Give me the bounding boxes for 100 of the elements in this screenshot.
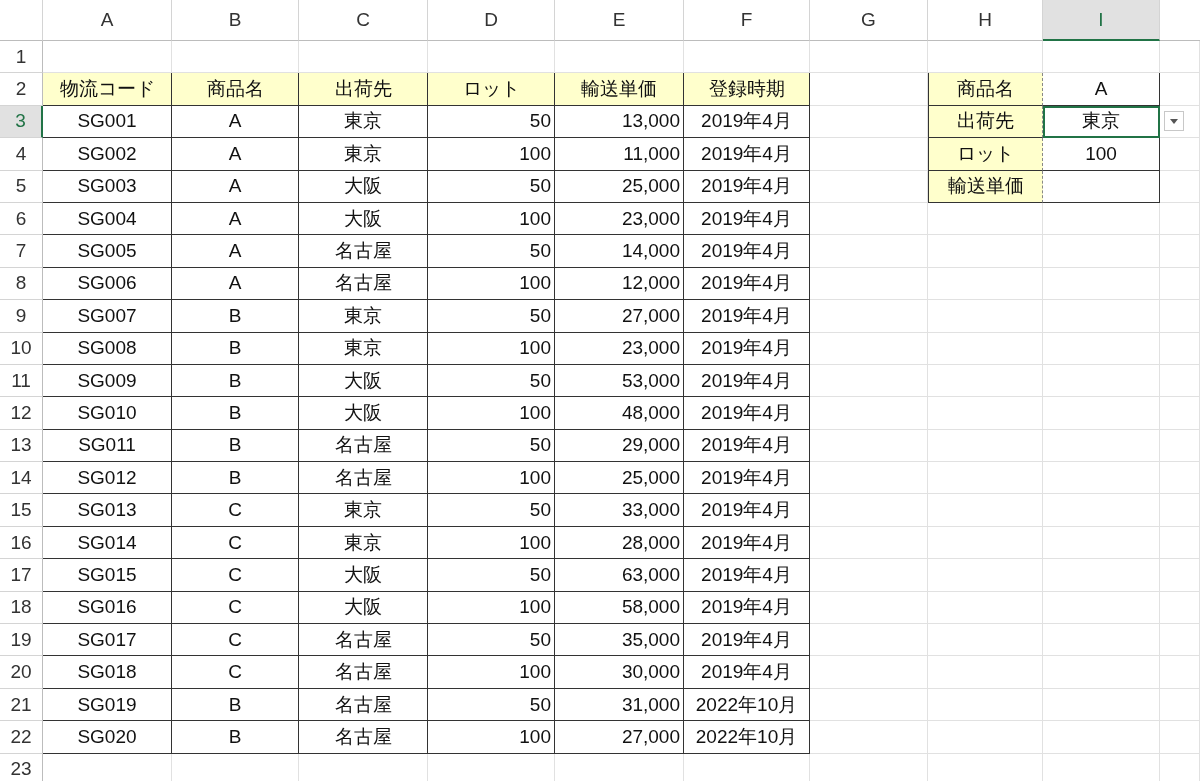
lookup-value[interactable]: 100 <box>1043 138 1160 171</box>
row-header[interactable]: 4 <box>0 138 43 171</box>
empty-cell[interactable] <box>810 267 928 301</box>
empty-cell[interactable] <box>810 462 928 495</box>
empty-cell[interactable] <box>810 494 928 527</box>
empty-cell[interactable] <box>1160 41 1200 74</box>
empty-cell[interactable] <box>928 202 1043 236</box>
empty-cell[interactable] <box>1160 688 1200 722</box>
select-all-button[interactable] <box>0 0 43 41</box>
empty-cell[interactable] <box>1043 332 1160 365</box>
column-header[interactable]: I <box>1043 0 1160 41</box>
empty-cell[interactable] <box>810 559 928 592</box>
empty-cell[interactable] <box>810 41 928 74</box>
row-header[interactable]: 13 <box>0 429 43 463</box>
empty-cell[interactable] <box>1043 656 1160 689</box>
empty-cell[interactable] <box>810 364 928 398</box>
selected-cell[interactable]: 東京 <box>1043 105 1160 139</box>
empty-cell[interactable] <box>1160 429 1200 463</box>
empty-cell[interactable] <box>1043 41 1160 74</box>
empty-cell[interactable] <box>1043 591 1160 625</box>
empty-cell[interactable] <box>1043 397 1160 430</box>
empty-cell[interactable] <box>928 721 1043 754</box>
empty-cell[interactable] <box>928 397 1043 430</box>
empty-cell[interactable] <box>1043 202 1160 236</box>
empty-cell[interactable] <box>928 624 1043 657</box>
empty-cell[interactable] <box>1043 688 1160 722</box>
empty-cell[interactable] <box>810 332 928 365</box>
row-header[interactable]: 21 <box>0 688 43 722</box>
row-header[interactable]: 10 <box>0 332 43 365</box>
empty-cell[interactable] <box>810 688 928 722</box>
row-header[interactable]: 17 <box>0 559 43 592</box>
empty-cell[interactable] <box>1043 721 1160 754</box>
empty-cell[interactable] <box>1043 624 1160 657</box>
empty-cell[interactable] <box>928 300 1043 333</box>
row-header[interactable]: 8 <box>0 267 43 301</box>
row-header[interactable]: 20 <box>0 656 43 689</box>
empty-cell[interactable] <box>1043 559 1160 592</box>
row-header[interactable]: 12 <box>0 397 43 430</box>
empty-cell[interactable] <box>1160 721 1200 754</box>
empty-cell[interactable] <box>1160 624 1200 657</box>
empty-cell[interactable] <box>1043 267 1160 301</box>
empty-cell[interactable] <box>1160 559 1200 592</box>
empty-cell[interactable] <box>1043 364 1160 398</box>
empty-cell[interactable] <box>928 591 1043 625</box>
empty-cell[interactable] <box>928 526 1043 560</box>
empty-cell[interactable] <box>1160 526 1200 560</box>
empty-cell[interactable] <box>810 526 928 560</box>
empty-cell[interactable] <box>1043 526 1160 560</box>
empty-cell[interactable] <box>810 235 928 268</box>
empty-cell[interactable] <box>1160 364 1200 398</box>
empty-cell[interactable] <box>928 494 1043 527</box>
column-header[interactable]: G <box>810 0 928 41</box>
empty-cell[interactable] <box>810 721 928 754</box>
row-header[interactable]: 7 <box>0 235 43 268</box>
empty-cell[interactable] <box>1043 235 1160 268</box>
empty-cell[interactable] <box>810 202 928 236</box>
empty-cell[interactable] <box>928 559 1043 592</box>
empty-cell[interactable] <box>928 332 1043 365</box>
empty-cell[interactable] <box>810 656 928 689</box>
row-header[interactable]: 1 <box>0 41 43 74</box>
row-header[interactable]: 16 <box>0 526 43 560</box>
empty-cell[interactable] <box>810 397 928 430</box>
row-header[interactable]: 15 <box>0 494 43 527</box>
empty-cell[interactable] <box>1160 235 1200 268</box>
column-header[interactable]: C <box>299 0 428 41</box>
empty-cell[interactable] <box>1160 591 1200 625</box>
row-header[interactable]: 5 <box>0 170 43 203</box>
row-header[interactable]: 19 <box>0 624 43 657</box>
empty-cell[interactable] <box>928 364 1043 398</box>
empty-cell[interactable] <box>1043 462 1160 495</box>
empty-cell[interactable] <box>928 656 1043 689</box>
empty-cell[interactable] <box>1160 494 1200 527</box>
empty-cell[interactable] <box>1160 138 1200 171</box>
empty-cell[interactable] <box>810 591 928 625</box>
lookup-value[interactable]: A <box>1043 73 1160 106</box>
row-header[interactable]: 18 <box>0 591 43 625</box>
empty-cell[interactable] <box>1043 429 1160 463</box>
empty-cell[interactable] <box>928 235 1043 268</box>
dropdown-button[interactable] <box>1164 111 1184 132</box>
column-header[interactable]: E <box>555 0 684 41</box>
lookup-value[interactable] <box>1043 170 1160 203</box>
row-header[interactable]: 6 <box>0 202 43 236</box>
empty-cell[interactable] <box>810 429 928 463</box>
row-header[interactable]: 9 <box>0 300 43 333</box>
empty-cell[interactable] <box>1160 267 1200 301</box>
empty-cell[interactable] <box>1043 494 1160 527</box>
empty-cell[interactable] <box>1043 300 1160 333</box>
empty-cell[interactable] <box>928 462 1043 495</box>
empty-cell[interactable] <box>928 267 1043 301</box>
column-header[interactable]: D <box>428 0 555 41</box>
empty-cell[interactable] <box>928 429 1043 463</box>
empty-cell[interactable] <box>1160 332 1200 365</box>
row-header[interactable]: 3 <box>0 105 43 139</box>
row-header[interactable]: 2 <box>0 73 43 106</box>
empty-cell[interactable] <box>1160 656 1200 689</box>
column-header[interactable]: B <box>172 0 299 41</box>
empty-cell[interactable] <box>1160 462 1200 495</box>
empty-cell[interactable] <box>1160 170 1200 203</box>
empty-cell[interactable] <box>1160 73 1200 106</box>
row-header[interactable]: 14 <box>0 462 43 495</box>
